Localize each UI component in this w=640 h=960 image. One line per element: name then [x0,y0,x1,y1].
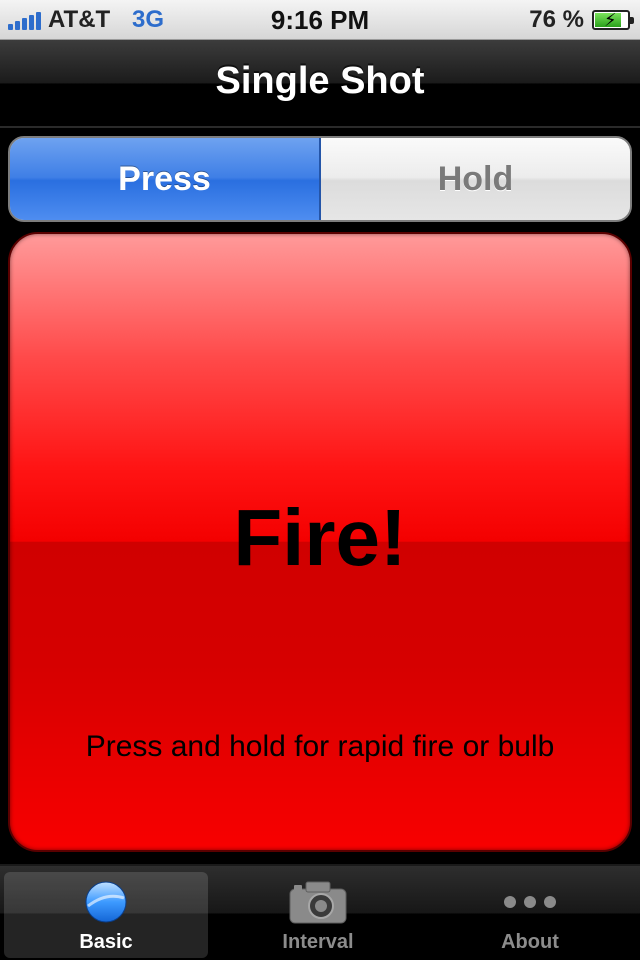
tab-bar: Basic Interval About [0,864,640,960]
battery-percent: 76 % [529,6,584,33]
camera-icon [216,880,420,924]
tab-interval[interactable]: Interval [216,872,420,958]
tab-interval-label: Interval [282,931,354,953]
status-bar: AT&T 3G 9:16 PM 76 % ⚡ [0,0,640,40]
navigation-bar: Single Shot [0,40,640,128]
main-content: Press Hold Fire! Press and hold for rapi… [0,128,640,864]
page-title: Single Shot [215,60,425,102]
tab-about[interactable]: About [428,872,632,958]
tab-basic-label: Basic [79,931,133,953]
more-dots-icon [428,880,632,924]
fire-button[interactable]: Fire! Press and hold for rapid fire or b… [8,232,632,852]
tab-about-label: About [501,931,559,953]
ball-icon [4,880,208,924]
mode-segmented-control: Press Hold [8,136,632,222]
segment-press[interactable]: Press [10,138,321,220]
fire-button-label: Fire! [233,493,407,582]
battery-icon: ⚡ [592,10,634,30]
tab-basic[interactable]: Basic [4,872,208,958]
segment-hold[interactable]: Hold [321,138,630,220]
fire-button-hint: Press and hold for rapid fire or bulb [85,730,555,763]
